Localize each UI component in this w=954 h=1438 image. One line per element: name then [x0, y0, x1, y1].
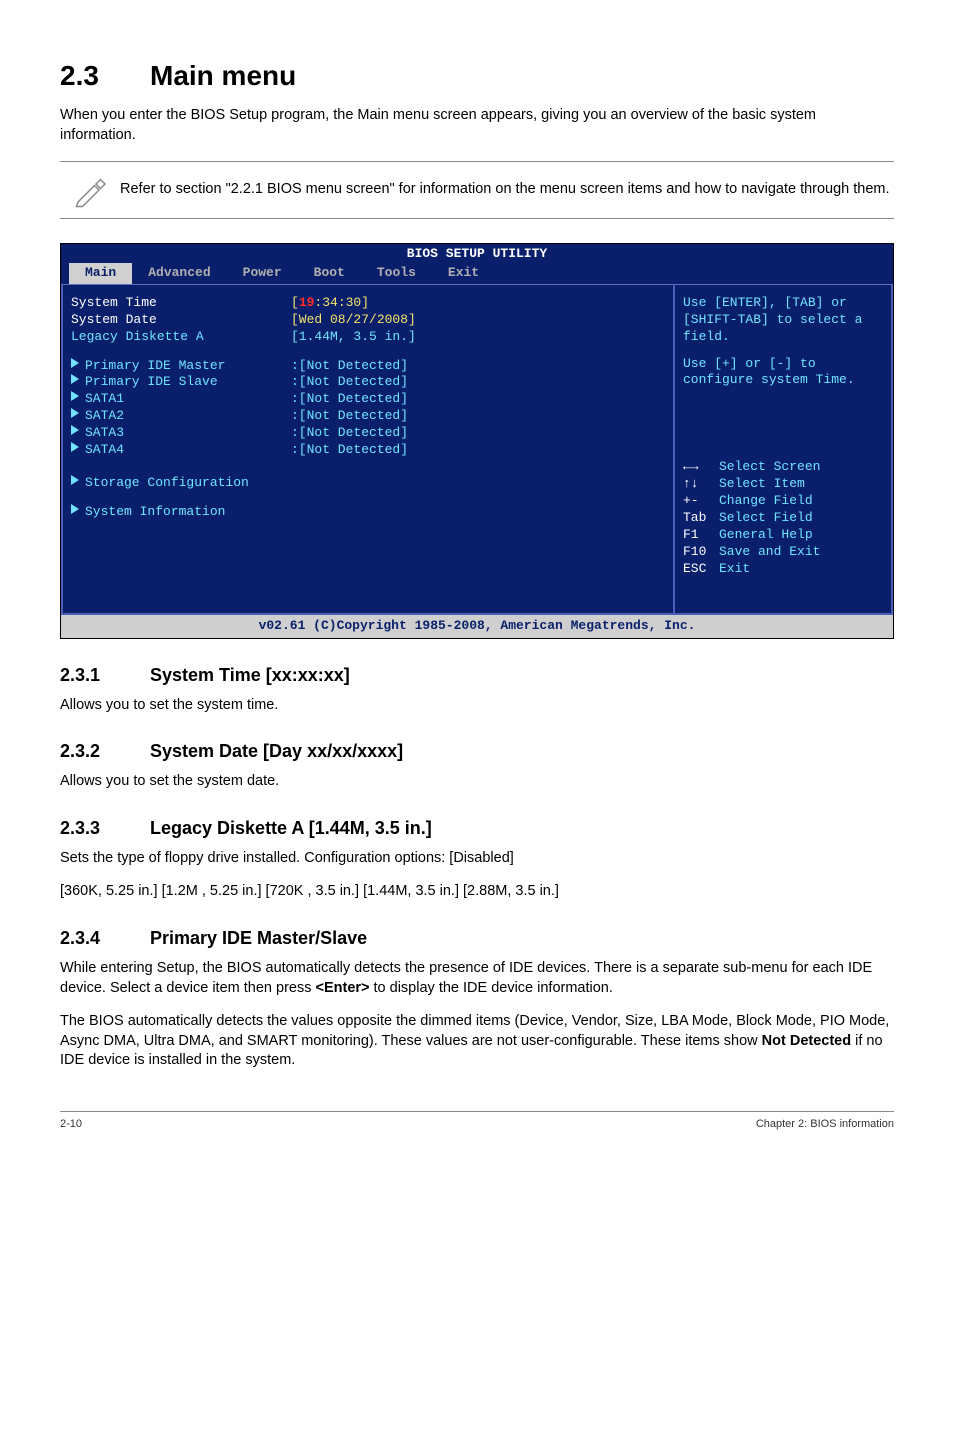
key-sym: ←→ [683, 459, 719, 476]
bios-tab-bar: Main Advanced Power Boot Tools Exit [61, 263, 893, 284]
body-234-p1: While entering Setup, the BIOS automatic… [60, 959, 894, 998]
system-info-row[interactable]: System Information [71, 504, 665, 521]
heading-233: 2.3.3Legacy Diskette A [1.44M, 3.5 in.] [60, 818, 894, 839]
section-number: 2.3 [60, 60, 150, 92]
help-keys: ←→Select Screen ↑↓Select Item +-Change F… [683, 459, 883, 577]
body-234-p2: The BIOS automatically detects the value… [60, 1012, 894, 1071]
bios-help-pane: Use [ENTER], [TAB] or [SHIFT-TAB] to sel… [673, 285, 893, 615]
key-sym: F10 [683, 544, 719, 561]
triangle-icon [71, 374, 79, 384]
bios-screenshot: BIOS SETUP UTILITY Main Advanced Power B… [60, 243, 894, 639]
legacy-diskette-label[interactable]: Legacy Diskette A [71, 329, 291, 346]
page-heading: 2.3Main menu [60, 60, 894, 92]
storage-config-row[interactable]: Storage Configuration [71, 475, 665, 492]
heading-234: 2.3.4Primary IDE Master/Slave [60, 928, 894, 949]
legacy-diskette-value[interactable]: [1.44M, 3.5 in.] [291, 329, 416, 346]
bios-title: BIOS SETUP UTILITY [61, 244, 893, 263]
tab-power[interactable]: Power [227, 263, 298, 284]
ide-row[interactable]: SATA4:[Not Detected] [71, 442, 665, 459]
triangle-icon [71, 504, 79, 514]
triangle-icon [71, 391, 79, 401]
intro-paragraph: When you enter the BIOS Setup program, t… [60, 106, 894, 145]
triangle-icon [71, 408, 79, 418]
tab-boot[interactable]: Boot [298, 263, 361, 284]
ide-row[interactable]: SATA1:[Not Detected] [71, 391, 665, 408]
key-sym: ESC [683, 561, 719, 578]
key-sym: F1 [683, 527, 719, 544]
ide-row[interactable]: Primary IDE Slave:[Not Detected] [71, 374, 665, 391]
tab-advanced[interactable]: Advanced [132, 263, 226, 284]
page-number: 2-10 [60, 1118, 82, 1130]
triangle-icon [71, 358, 79, 368]
bios-footer: v02.61 (C)Copyright 1985-2008, American … [61, 615, 893, 638]
ide-row[interactable]: Primary IDE Master:[Not Detected] [71, 358, 665, 375]
note-text: Refer to section "2.2.1 BIOS menu screen… [120, 180, 894, 200]
bios-left-pane: System Time [19:34:30] System Date [Wed … [61, 285, 673, 615]
heading-232: 2.3.2System Date [Day xx/xx/xxxx] [60, 741, 894, 762]
ide-row[interactable]: SATA2:[Not Detected] [71, 408, 665, 425]
chapter-label: Chapter 2: BIOS information [756, 1118, 894, 1130]
key-sym: ↑↓ [683, 476, 719, 493]
pencil-icon [60, 172, 120, 208]
triangle-icon [71, 425, 79, 435]
heading-231: 2.3.1System Time [xx:xx:xx] [60, 665, 894, 686]
body-232: Allows you to set the system date. [60, 772, 894, 792]
body-231: Allows you to set the system time. [60, 696, 894, 716]
key-sym: +- [683, 493, 719, 510]
ide-row[interactable]: SATA3:[Not Detected] [71, 425, 665, 442]
system-date-label: System Date [71, 312, 291, 329]
note-block: Refer to section "2.2.1 BIOS menu screen… [60, 161, 894, 219]
system-time-value[interactable]: 19 [299, 295, 315, 310]
triangle-icon [71, 442, 79, 452]
help-text-2: Use [+] or [-] to configure system Time. [683, 356, 883, 390]
tab-main[interactable]: Main [69, 263, 132, 284]
help-text-1: Use [ENTER], [TAB] or [SHIFT-TAB] to sel… [683, 295, 883, 346]
page-footer: 2-10 Chapter 2: BIOS information [60, 1111, 894, 1130]
key-sym: Tab [683, 510, 719, 527]
triangle-icon [71, 475, 79, 485]
section-title: Main menu [150, 60, 296, 91]
tab-exit[interactable]: Exit [432, 263, 495, 284]
system-date-value[interactable]: [Wed 08/27/2008] [291, 312, 416, 329]
body-233a: Sets the type of floppy drive installed.… [60, 849, 894, 869]
body-233b: [360K, 5.25 in.] [1.2M , 5.25 in.] [720K… [60, 882, 894, 902]
tab-tools[interactable]: Tools [361, 263, 432, 284]
system-time-label: System Time [71, 295, 291, 312]
